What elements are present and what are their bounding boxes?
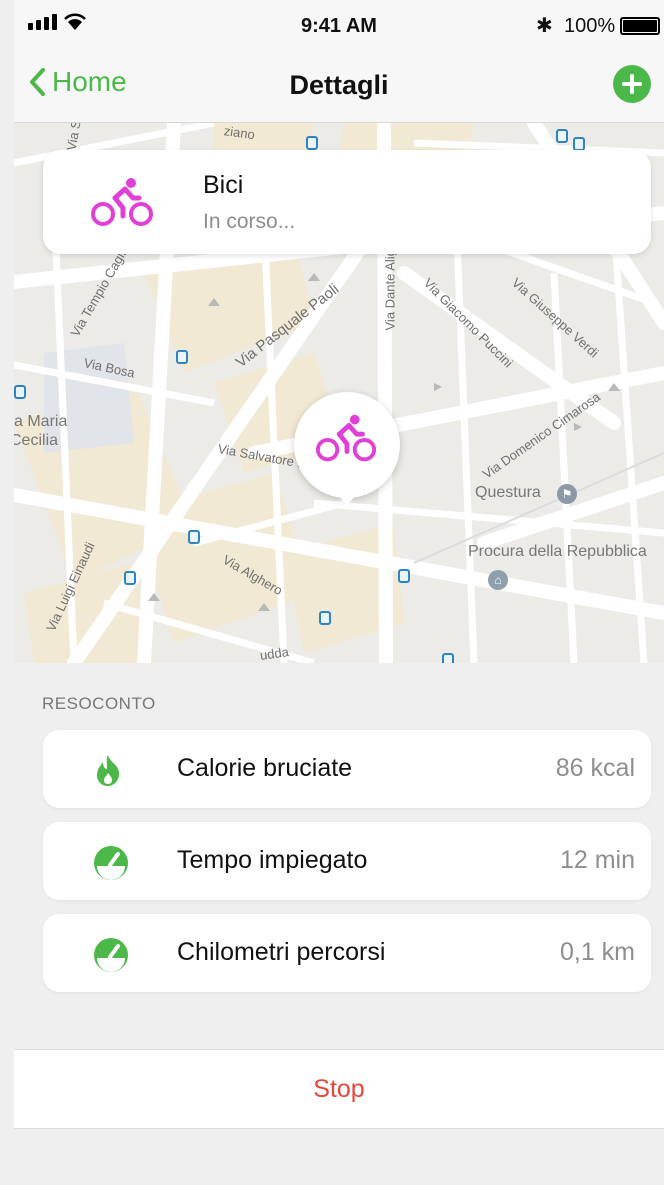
activity-status: In corso... (203, 210, 296, 233)
app-screen: 9:41 AM ✱ 100% Home Dettagli Via S ziano… (14, 0, 664, 1185)
navigation-bar: Home Dettagli (14, 52, 664, 123)
bus-stop-icon (14, 385, 26, 399)
summary-label: Tempo impiegato (177, 846, 368, 874)
place-label: Procura della Repubblica (468, 543, 647, 560)
bike-icon (316, 414, 377, 462)
map-pin[interactable] (294, 392, 400, 506)
stop-button[interactable]: Stop (14, 1049, 664, 1129)
battery-icon (620, 17, 660, 35)
section-title: RESOCONTO (42, 694, 156, 713)
bus-stop-icon (573, 137, 585, 151)
summary-label: Chilometri percorsi (177, 938, 386, 966)
gauge-icon (94, 938, 128, 972)
activity-card[interactable]: Bici In corso... (43, 150, 651, 254)
bus-stop-icon (306, 136, 318, 150)
place-label: Questura (475, 484, 541, 501)
bus-stop-icon (176, 350, 188, 364)
summary-label: Calorie bruciate (177, 754, 353, 782)
bus-stop-icon (319, 611, 331, 625)
bus-stop-icon (188, 530, 200, 544)
page-title: Dettagli (289, 70, 389, 100)
bus-stop-icon (556, 129, 568, 143)
stop-label: Stop (313, 1075, 365, 1103)
gauge-icon (94, 846, 128, 880)
bus-stop-icon (124, 571, 136, 585)
police-icon: ⚑ (557, 484, 577, 504)
bus-stop-icon (398, 569, 410, 583)
place-label: a Maria (14, 413, 68, 430)
summary-row: Chilometri percorsi 0,1 km (43, 914, 651, 992)
flame-icon (97, 755, 120, 786)
summary-value: 12 min (559, 846, 635, 874)
summary-value: 0,1 km (559, 938, 635, 966)
building-icon: ⌂ (488, 570, 508, 590)
summary-value: 86 kcal (555, 754, 635, 782)
status-bar: 9:41 AM ✱ 100% (14, 0, 664, 52)
summary-row: Tempo impiegato 12 min (43, 822, 651, 900)
bluetooth-icon: ✱ (536, 15, 553, 37)
plus-circle-icon[interactable] (613, 65, 651, 103)
summary-row: Calorie bruciate 86 kcal (43, 730, 651, 808)
place-label: Cecilia (14, 432, 59, 449)
battery-percent: 100% (564, 15, 616, 37)
bike-icon (91, 178, 153, 226)
bus-stop-icon (442, 653, 454, 663)
activity-name: Bici (203, 171, 244, 199)
